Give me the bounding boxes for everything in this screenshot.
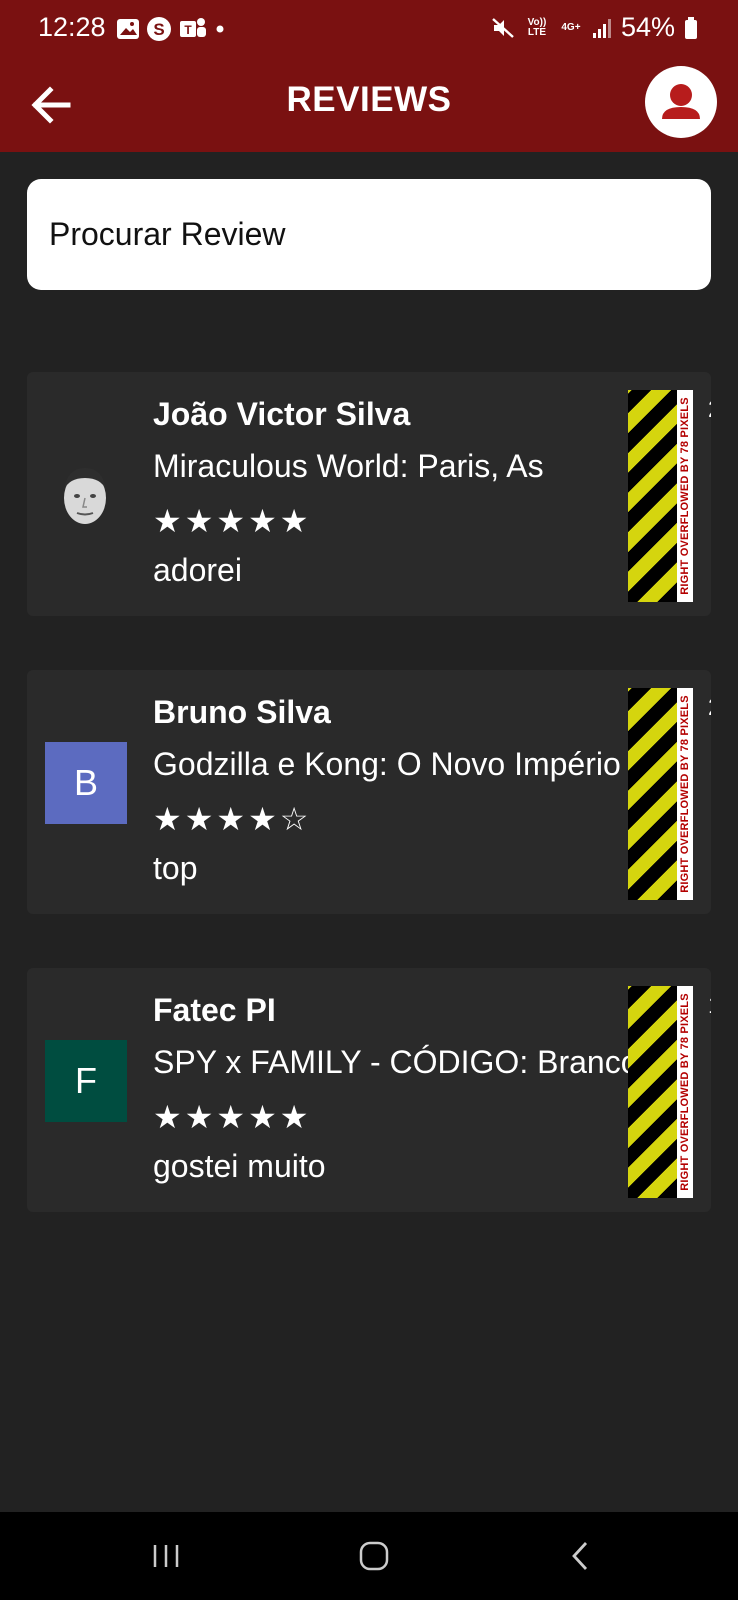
page-title: REVIEWS — [286, 80, 452, 119]
signal-icon — [592, 17, 612, 39]
overflow-warning-banner: RIGHT OVERFLOWED BY 78 PIXELS — [677, 986, 693, 1198]
recent-apps-icon — [153, 1545, 179, 1567]
review-comment: adorei — [153, 552, 242, 588]
review-date: 28 — [708, 396, 711, 424]
overflow-warning-text: RIGHT OVERFLOWED BY 78 PIXELS — [679, 695, 691, 893]
review-movie-title: Miraculous World: Paris, As — [153, 448, 544, 484]
review-movie-title: SPY x FAMILY - CÓDIGO: Branco — [153, 1044, 639, 1080]
overflow-warning-text: RIGHT OVERFLOWED BY 78 PIXELS — [679, 993, 691, 1191]
review-user-name: Bruno Silva — [153, 694, 331, 730]
back-chevron-icon — [572, 1542, 588, 1570]
review-user-name: Fatec PI — [153, 992, 276, 1028]
volte-icon: Vo)) LTE — [527, 16, 547, 38]
notification-dot-icon — [214, 23, 226, 35]
review-date: 27 — [708, 694, 711, 722]
status-bar: 12:28 S T Vo)) LTE 4G+ 54% — [0, 0, 738, 58]
overflow-warning-stripes — [628, 688, 677, 900]
review-comment: top — [153, 850, 198, 886]
review-user-name: João Victor Silva — [153, 396, 411, 432]
avatar — [57, 460, 113, 528]
svg-text:S: S — [153, 20, 164, 39]
home-button[interactable] — [344, 1534, 404, 1578]
review-card[interactable]: João Victor Silva Miraculous World: Pari… — [27, 372, 711, 616]
system-navigation-bar — [0, 1512, 738, 1600]
overflow-warning-stripes — [628, 390, 677, 602]
network-4g-icon: 4G+ — [561, 21, 581, 33]
overflow-warning-stripes — [628, 986, 677, 1198]
svg-text:T: T — [184, 23, 192, 37]
search-input[interactable]: Procurar Review — [27, 179, 711, 290]
nav-back-button[interactable] — [550, 1534, 610, 1578]
teams-icon: T — [178, 16, 208, 42]
review-date: 13 — [708, 992, 711, 1020]
avatar-letter: F — [75, 1060, 97, 1101]
profile-button[interactable] — [645, 66, 717, 138]
avatar-letter: B — [73, 762, 98, 803]
avatar: B — [45, 742, 127, 824]
status-time: 12:28 — [38, 12, 106, 42]
gallery-icon — [116, 18, 140, 40]
review-star-rating: ★★★★☆ — [153, 801, 312, 837]
review-star-rating: ★★★★★ — [153, 1099, 312, 1135]
avatar: F — [45, 1040, 127, 1122]
review-card[interactable]: B Bruno Silva Godzilla e Kong: O Novo Im… — [27, 670, 711, 914]
skype-icon: S — [146, 16, 172, 42]
battery-percentage: 54% — [620, 12, 675, 42]
app-bar: REVIEWS — [0, 58, 738, 152]
review-star-rating: ★★★★★ — [153, 503, 312, 539]
review-comment: gostei muito — [153, 1148, 326, 1184]
review-card[interactable]: F Fatec PI SPY x FAMILY - CÓDIGO: Branco… — [27, 968, 711, 1212]
user-photo-icon — [64, 468, 106, 524]
recent-apps-button[interactable] — [136, 1534, 196, 1578]
status-system-icons: Vo)) LTE 4G+ 54% — [491, 12, 698, 43]
review-movie-title: Godzilla e Kong: O Novo Império — [153, 746, 621, 782]
mute-icon — [491, 16, 515, 40]
home-icon — [359, 1541, 389, 1571]
overflow-warning-banner: RIGHT OVERFLOWED BY 78 PIXELS — [677, 390, 693, 602]
overflow-warning-banner: RIGHT OVERFLOWED BY 78 PIXELS — [677, 688, 693, 900]
status-notification-icons: S T — [116, 14, 226, 44]
person-icon — [662, 84, 700, 119]
battery-icon — [684, 16, 698, 40]
overflow-warning-text: RIGHT OVERFLOWED BY 78 PIXELS — [679, 397, 691, 595]
